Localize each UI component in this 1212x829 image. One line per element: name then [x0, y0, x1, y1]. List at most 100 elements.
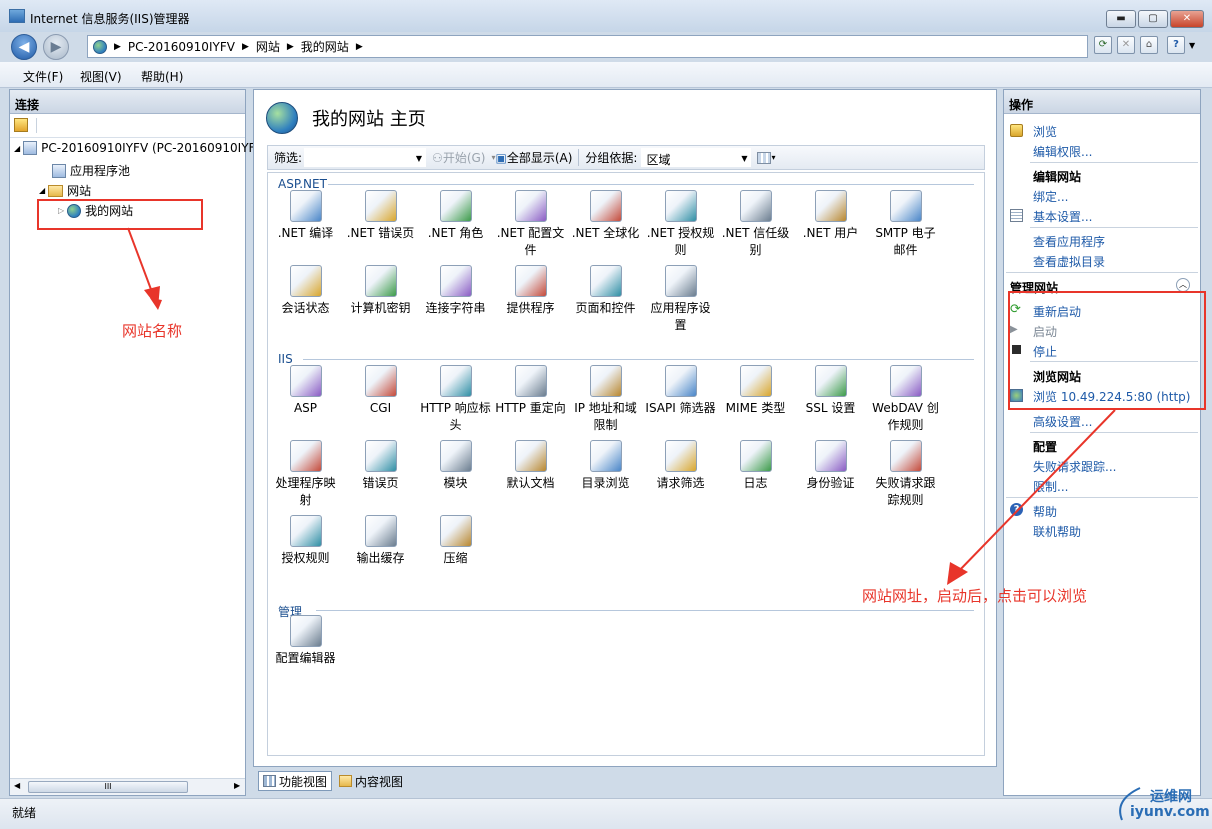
feature-item[interactable]: .NET 授权规 则	[643, 190, 718, 259]
feature-item[interactable]: HTTP 重定向	[493, 365, 568, 417]
action-help[interactable]: 帮助	[1033, 503, 1057, 520]
feature-label: 提供程序	[506, 301, 555, 315]
menu-view[interactable]: 视图(V)	[80, 68, 122, 85]
action-online-help[interactable]: 联机帮助	[1033, 523, 1081, 540]
action-limits[interactable]: 限制...	[1033, 478, 1068, 495]
feature-item[interactable]: 压缩	[418, 515, 493, 567]
feature-item[interactable]: WebDAV 创 作规则	[868, 365, 943, 434]
feature-item[interactable]: 会话状态	[268, 265, 343, 317]
show-all-button[interactable]: ▾ ▣ 全部显示(A)	[491, 149, 572, 166]
tab-content-view[interactable]: 内容视图	[335, 771, 407, 791]
feature-item[interactable]: .NET 角色	[418, 190, 493, 242]
feature-label: 应用程序设 置	[650, 301, 711, 332]
show-all-icon: ▣	[495, 150, 507, 165]
feature-item[interactable]: 计算机密钥	[343, 265, 418, 317]
feature-item[interactable]: 请求筛选	[643, 440, 718, 492]
view-mode-button[interactable]: ▾	[757, 151, 775, 164]
action-edit-permissions[interactable]: 编辑权限...	[1033, 143, 1092, 160]
minimize-button[interactable]: ▬	[1106, 10, 1136, 28]
scroll-thumb[interactable]: III	[28, 781, 188, 793]
feature-item[interactable]: .NET 配置文 件	[493, 190, 568, 259]
feature-item[interactable]: .NET 用户	[793, 190, 868, 242]
feature-item[interactable]: 处理程序映 射	[268, 440, 343, 509]
feature-item[interactable]: ISAPI 筛选器	[643, 365, 718, 417]
feature-item[interactable]: 模块	[418, 440, 493, 492]
feature-icon	[439, 265, 472, 297]
action-browse[interactable]: 浏览	[1033, 123, 1057, 140]
breadcrumb-sites[interactable]: 网站	[256, 38, 280, 55]
section-aspnet: ASP.NET	[278, 177, 327, 191]
feature-item[interactable]: SMTP 电子 邮件	[868, 190, 943, 259]
chevron-down-icon[interactable]: ▼	[1189, 41, 1195, 50]
connect-icon[interactable]	[14, 118, 28, 132]
tree-server[interactable]: ◢ PC-20160910IYFV (PC-20160910IYFV	[14, 141, 264, 155]
feature-item[interactable]: CGI	[343, 365, 418, 417]
feature-item[interactable]: 目录浏览	[568, 440, 643, 492]
chevron-down-icon[interactable]: ▼	[741, 154, 747, 163]
group-by-select[interactable]: 区域 ▼	[641, 148, 752, 167]
breadcrumb-mysite[interactable]: 我的网站	[301, 38, 349, 55]
maximize-button[interactable]: ▢	[1138, 10, 1168, 28]
feature-item[interactable]: IP 地址和域 限制	[568, 365, 643, 434]
menu-help[interactable]: 帮助(H)	[141, 68, 183, 85]
feature-icon	[514, 190, 547, 222]
feature-item[interactable]: .NET 编译	[268, 190, 343, 242]
globe-icon	[93, 39, 107, 54]
feature-icon	[589, 365, 622, 397]
feature-item[interactable]: .NET 错误页	[343, 190, 418, 242]
filter-input[interactable]: ▼	[304, 148, 427, 167]
feature-item[interactable]: ASP	[268, 365, 343, 417]
feature-item[interactable]: 应用程序设 置	[643, 265, 718, 334]
chevron-down-icon[interactable]: ▼	[416, 154, 422, 163]
action-failed-request-tracing[interactable]: 失败请求跟踪...	[1033, 458, 1116, 475]
action-view-virtual-dirs[interactable]: 查看虚拟目录	[1033, 253, 1105, 270]
feature-item[interactable]: .NET 全球化	[568, 190, 643, 242]
menu-file[interactable]: 文件(F)	[23, 68, 63, 85]
start-filter-button[interactable]: ⚇ 开始(G)	[432, 149, 485, 166]
feature-label: ISAPI 筛选器	[645, 401, 716, 415]
feature-item[interactable]: 页面和控件	[568, 265, 643, 317]
scroll-right-icon[interactable]: ▶	[234, 781, 240, 790]
action-basic-settings[interactable]: 基本设置...	[1033, 208, 1092, 225]
feature-icon	[889, 190, 922, 222]
scroll-left-icon[interactable]: ◀	[14, 781, 20, 790]
address-bar[interactable]: ▶ PC-20160910IYFV ▶ 网站 ▶ 我的网站 ▶	[87, 35, 1088, 58]
title-bar: Internet 信息服务(IIS)管理器 ▬ ▢ ✕	[0, 0, 1212, 32]
feature-label: 会话状态	[281, 301, 330, 315]
tab-features-view[interactable]: 功能视图	[258, 771, 333, 791]
feature-item[interactable]: 错误页	[343, 440, 418, 492]
feature-item[interactable]: 默认文档	[493, 440, 568, 492]
tree-apppools[interactable]: 应用程序池	[52, 162, 130, 179]
feature-item[interactable]: SSL 设置	[793, 365, 868, 417]
horizontal-scrollbar[interactable]: ◀ III ▶	[10, 778, 245, 795]
action-advanced-settings[interactable]: 高级设置...	[1033, 413, 1092, 430]
feature-item[interactable]: 授权规则	[268, 515, 343, 567]
action-bindings[interactable]: 绑定...	[1033, 188, 1068, 205]
stop-icon[interactable]: ✕	[1117, 36, 1135, 54]
close-button[interactable]: ✕	[1170, 10, 1204, 28]
feature-item[interactable]: .NET 信任级 别	[718, 190, 793, 259]
feature-item[interactable]: 失败请求跟 踪规则	[868, 440, 943, 509]
action-view-applications[interactable]: 查看应用程序	[1033, 233, 1105, 250]
feature-item[interactable]: 身份验证	[793, 440, 868, 492]
collapse-icon[interactable]: ︿	[1176, 278, 1190, 292]
feature-icon	[589, 440, 622, 472]
feature-item[interactable]: 输出缓存	[343, 515, 418, 567]
watermark-line2: iyunv.com	[1130, 804, 1210, 820]
breadcrumb-server[interactable]: PC-20160910IYFV	[128, 40, 235, 54]
feature-item[interactable]: 日志	[718, 440, 793, 492]
feature-item[interactable]: MIME 类型	[718, 365, 793, 417]
feature-item[interactable]: 连接字符串	[418, 265, 493, 317]
help-icon[interactable]: ?	[1167, 36, 1185, 54]
feature-item[interactable]: 提供程序	[493, 265, 568, 317]
feature-item[interactable]: HTTP 响应标 头	[418, 365, 493, 434]
home-icon[interactable]: ⌂	[1140, 36, 1158, 54]
refresh-icon[interactable]: ⟳	[1094, 36, 1112, 54]
actions-panel: 操作 浏览 编辑权限... 编辑网站 绑定... 基本设置... 查看应用程序 …	[1003, 89, 1201, 796]
back-button[interactable]: ◀	[11, 34, 37, 60]
forward-button[interactable]: ▶	[43, 34, 69, 60]
feature-item[interactable]: 配置编辑器	[268, 615, 343, 667]
feature-label: .NET 角色	[427, 226, 484, 240]
tree-sites[interactable]: ◢ 网站	[39, 182, 91, 199]
heading-edit-site: 编辑网站	[1033, 170, 1082, 184]
